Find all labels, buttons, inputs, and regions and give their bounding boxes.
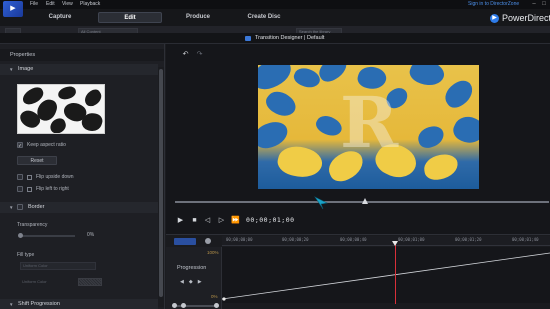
designer-title: Transition Designer | Default <box>255 35 325 41</box>
ruler-label: 00;00;01;20 <box>455 237 482 242</box>
section-shift-label: Shift Progression <box>18 301 60 307</box>
section-border-header[interactable]: ▼ Border <box>0 202 158 213</box>
flip-vertical-icon <box>27 174 32 180</box>
flip-lr-row: Flip left to right <box>17 186 69 192</box>
play-icon[interactable]: ▶ <box>176 216 185 225</box>
keep-aspect-checkbox[interactable]: ✓ <box>17 142 23 148</box>
preview-scrub-thumb[interactable] <box>362 198 368 204</box>
progression-track-label: Progression <box>177 265 207 271</box>
playhead-handle[interactable] <box>392 241 398 246</box>
minimize-icon[interactable]: – <box>530 0 538 9</box>
brand: ▶ PowerDirector <box>490 11 550 25</box>
properties-header: Properties <box>0 49 164 61</box>
zoom-out-icon[interactable] <box>172 303 177 308</box>
section-image-label: Image <box>18 66 34 72</box>
flip-ud-row: Flip upside down <box>17 174 74 180</box>
prev-keyframe-icon[interactable]: ◀ <box>180 279 184 285</box>
menu-file[interactable]: File <box>30 1 38 7</box>
timeline-view-toggle[interactable] <box>174 238 196 245</box>
ruler-label: 00;00;01;40 <box>512 237 539 242</box>
tab-edit[interactable]: Edit <box>98 12 162 23</box>
brand-name: PowerDirector <box>502 13 550 23</box>
reset-button[interactable]: Reset <box>17 156 57 165</box>
progression-curve[interactable] <box>222 247 550 303</box>
timeline-settings-icon[interactable] <box>205 238 211 244</box>
stop-icon[interactable]: ■ <box>190 216 199 225</box>
app-logo-icon: ▶ <box>3 1 23 17</box>
menu-edit[interactable]: Edit <box>46 1 55 7</box>
menu-view[interactable]: View <box>62 1 73 7</box>
flip-ud-label: Flip upside down <box>36 174 74 180</box>
zoom-thumb[interactable] <box>181 303 186 308</box>
brand-logo-icon: ▶ <box>490 13 499 23</box>
section-border-label: Border <box>28 204 45 210</box>
zoom-in-icon[interactable] <box>214 303 219 308</box>
transparency-slider-thumb[interactable] <box>18 233 23 238</box>
keep-aspect-row: ✓ Keep aspect ratio <box>17 142 66 148</box>
signin-link[interactable]: Sign in to DirectorZone <box>468 1 519 7</box>
section-image-header[interactable]: ▼ Image <box>0 64 158 75</box>
watermark-letter-graphic: R <box>340 81 399 164</box>
flip-ud-checkbox[interactable] <box>17 174 23 180</box>
collapse-triangle-icon: ▼ <box>9 302 14 307</box>
keyframe-controls: ◀ ◆ ▶ <box>180 279 202 285</box>
ruler-label: 00;00;00;00 <box>226 237 253 242</box>
timecode-display: 00;00;01;00 <box>246 216 295 224</box>
timeline-playhead[interactable] <box>395 244 396 304</box>
next-keyframe-icon[interactable]: ▶ <box>198 279 202 285</box>
flip-lr-checkbox[interactable] <box>17 186 23 192</box>
collapse-triangle-icon: ▼ <box>9 205 14 210</box>
mode-tab-bar: Capture Edit Produce Create Disc <box>0 9 550 26</box>
fast-forward-icon[interactable]: ⏩ <box>231 216 240 225</box>
keep-aspect-label: Keep aspect ratio <box>27 142 66 148</box>
progression-max-value: 100% <box>207 250 219 255</box>
flip-horizontal-icon <box>27 186 32 192</box>
designer-title-bar: Transition Designer | Default <box>0 33 550 44</box>
designer-window-icon <box>245 36 251 41</box>
transparency-label: Transparency <box>17 222 48 228</box>
fill-type-select[interactable]: Uniform Color <box>20 262 96 270</box>
ruler-label: 00;00;00;20 <box>282 237 309 242</box>
section-shift-progression-header[interactable]: ▼ Shift Progression <box>0 299 158 309</box>
next-frame-icon[interactable]: ▷ <box>217 216 226 225</box>
undo-icon[interactable]: ↶ <box>181 50 190 59</box>
redo-icon[interactable]: ↷ <box>195 50 204 59</box>
add-keyframe-icon[interactable]: ◆ <box>189 279 193 285</box>
prev-frame-icon[interactable]: ◁ <box>203 216 212 225</box>
properties-scroll-thumb[interactable] <box>159 69 163 297</box>
tab-capture[interactable]: Capture <box>35 12 85 23</box>
timeline-ruler[interactable] <box>222 236 550 246</box>
tab-produce[interactable]: Produce <box>173 12 223 23</box>
flip-lr-label: Flip left to right <box>36 186 69 192</box>
transparency-slider-track[interactable] <box>20 235 75 237</box>
mouse-cursor-icon <box>314 196 328 210</box>
ruler-label: 00;00;00;40 <box>340 237 367 242</box>
top-menu-bar: File Edit View Playback Sign in to Direc… <box>0 0 550 9</box>
timeline-track-header <box>166 247 222 309</box>
collapse-triangle-icon: ▼ <box>9 67 14 72</box>
progression-min-value: 0% <box>211 294 218 299</box>
border-checkbox[interactable] <box>17 204 23 210</box>
image-mask-thumbnail[interactable] <box>17 84 105 134</box>
tab-create-disc[interactable]: Create Disc <box>236 12 292 23</box>
menu-playback[interactable]: Playback <box>80 1 100 7</box>
uniform-color-label: Uniform Color <box>22 279 47 284</box>
border-color-swatch[interactable] <box>78 278 102 286</box>
maximize-icon[interactable]: □ <box>540 0 548 9</box>
fill-type-label: Fill type <box>17 252 35 258</box>
ruler-label: 00;00;01;00 <box>398 237 425 242</box>
transparency-value: 0% <box>87 232 95 238</box>
preview-video-frame: R <box>258 65 479 189</box>
